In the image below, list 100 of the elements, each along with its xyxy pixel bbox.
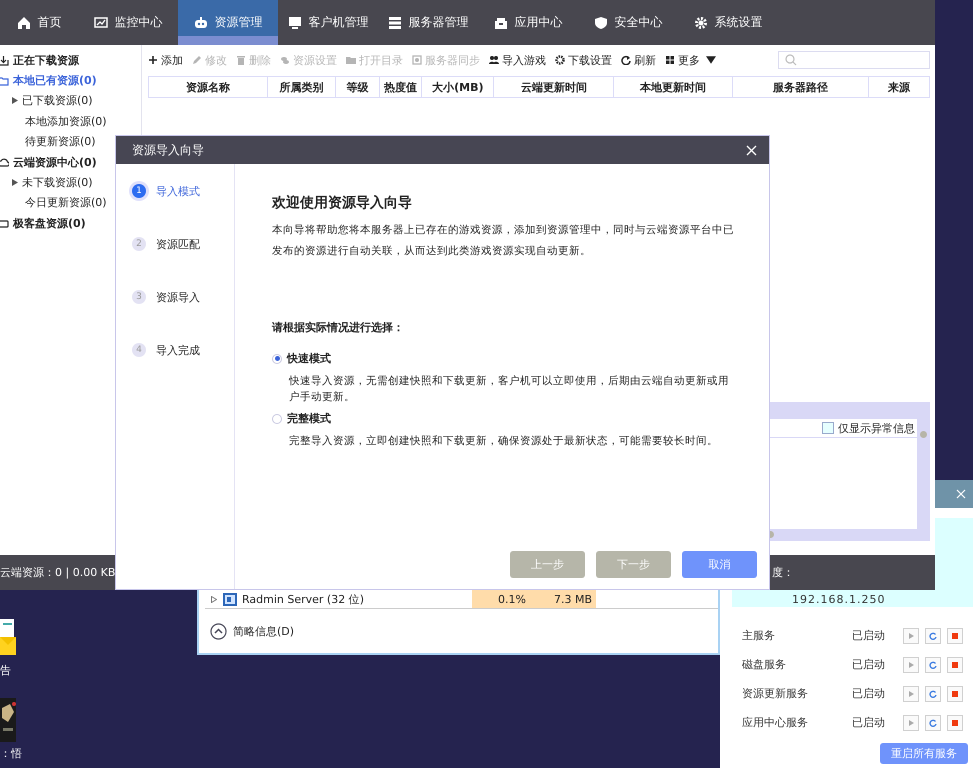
- status-text: 云端资源：0 | 0.00 KB: [0, 565, 116, 580]
- column-header[interactable]: 本地更新时间: [614, 77, 734, 97]
- column-header[interactable]: 等级: [336, 77, 380, 97]
- column-header[interactable]: 大小(MB): [422, 77, 494, 97]
- expand-arrow-icon[interactable]: [12, 179, 18, 186]
- step-label: 导入模式: [156, 184, 200, 198]
- chart-icon: [94, 16, 108, 30]
- restart-button[interactable]: [925, 628, 941, 644]
- sidebar-item[interactable]: 本地已有资源(0): [0, 70, 141, 91]
- toolbar-button[interactable]: 更多: [665, 52, 716, 68]
- drive-icon: [0, 218, 9, 229]
- cloud-icon: [0, 156, 9, 168]
- gear-icon: [555, 55, 565, 65]
- stop-icon: [951, 690, 959, 698]
- pencil-icon: [192, 55, 202, 65]
- toggle-label[interactable]: 简略信息(D): [233, 624, 294, 638]
- column-header[interactable]: 服务器路径: [733, 77, 869, 97]
- service-status: 已启动: [852, 628, 886, 643]
- expand-arrow-icon[interactable]: [211, 596, 217, 602]
- sidebar-item[interactable]: 本地添加资源(0): [0, 111, 141, 132]
- memory-cell: 7.3 MB: [530, 590, 596, 608]
- toolbar-button[interactable]: 导入游戏: [489, 52, 546, 68]
- nav-tab[interactable]: 首页: [0, 0, 78, 45]
- option-description: 快速导入资源，无需创建快照和下载更新，客户机可以立即使用，后期由云端自动更新或用户手动更新。: [289, 374, 729, 405]
- step-label: 导入完成: [156, 342, 200, 358]
- service-status: 已启动: [852, 657, 886, 672]
- step-label: 资源匹配: [156, 236, 200, 252]
- start-button[interactable]: [903, 628, 919, 644]
- trash-icon: [236, 55, 246, 65]
- service-name: 应用中心服务: [742, 715, 809, 730]
- desktop-icon-label[interactable]: 告: [0, 663, 11, 678]
- shield-icon: [594, 16, 608, 30]
- refresh-icon: [929, 632, 937, 640]
- cpu-cell: 0.1%: [472, 590, 530, 608]
- stop-button[interactable]: [947, 686, 963, 702]
- nav-tab[interactable]: 资源管理: [178, 0, 278, 45]
- column-header[interactable]: 云端更新时间: [494, 77, 614, 97]
- search-field[interactable]: [778, 51, 930, 69]
- option-label[interactable]: 完整模式: [287, 411, 331, 426]
- grid-icon: [665, 55, 675, 65]
- prompt-text: 请根据实际情况进行选择：: [272, 320, 405, 335]
- start-button[interactable]: [903, 656, 919, 672]
- coins-icon: [280, 55, 290, 65]
- start-button[interactable]: [903, 714, 919, 730]
- option-label[interactable]: 快速模式: [287, 351, 331, 366]
- column-header[interactable]: 所属类别: [268, 77, 336, 97]
- toolbar-button[interactable]: 下载设置: [555, 52, 612, 68]
- column-header[interactable]: 热度值: [380, 77, 422, 97]
- desktop-icon-label[interactable]: ：悟: [0, 746, 22, 761]
- expand-arrow-icon[interactable]: [12, 97, 18, 104]
- step-number: 4: [132, 343, 146, 357]
- start-button[interactable]: [903, 686, 919, 702]
- step-number: 2: [132, 237, 146, 251]
- stop-button[interactable]: [947, 656, 963, 672]
- nav-tab[interactable]: 系统设置: [678, 0, 778, 45]
- nav-tab[interactable]: 客户机管理: [278, 0, 378, 45]
- restart-button[interactable]: [925, 656, 941, 672]
- stop-icon: [951, 660, 959, 668]
- nav-tab[interactable]: 安全中心: [578, 0, 678, 45]
- checkbox-label[interactable]: 仅显示异常信息: [838, 420, 915, 436]
- nav-tab[interactable]: 服务器管理: [378, 0, 478, 45]
- close-icon[interactable]: [746, 144, 757, 156]
- column-header[interactable]: 资源名称: [149, 77, 268, 97]
- service-name: 磁盘服务: [742, 657, 787, 672]
- play-icon: [907, 660, 915, 668]
- status-text: 度：: [771, 565, 794, 580]
- play-icon: [907, 632, 915, 640]
- app-icon: [223, 592, 237, 606]
- toolbar-button[interactable]: 添加: [148, 52, 183, 68]
- refresh-icon: [929, 690, 937, 698]
- restart-button[interactable]: [925, 714, 941, 730]
- column-header[interactable]: 来源: [868, 77, 929, 97]
- service-name: 主服务: [742, 628, 776, 643]
- sidebar-item[interactable]: 已下载资源(0): [0, 90, 141, 112]
- stop-button[interactable]: [947, 714, 963, 730]
- caret-icon: [706, 55, 716, 65]
- step-number: 3: [132, 290, 146, 304]
- dialog-title: 资源导入向导: [132, 142, 205, 158]
- sync-icon: [412, 55, 422, 65]
- nav-tab[interactable]: 应用中心: [478, 0, 578, 45]
- radio-button[interactable]: [272, 354, 282, 364]
- stop-button[interactable]: [947, 628, 963, 644]
- refresh-icon: [929, 718, 937, 726]
- dialog-heading: 欢迎使用资源导入向导: [272, 194, 413, 212]
- home-icon: [16, 16, 30, 30]
- step-label: 资源导入: [156, 290, 200, 304]
- service-name: 资源更新服务: [742, 686, 809, 701]
- radio-button[interactable]: [272, 414, 282, 424]
- step-number: 1: [132, 184, 146, 198]
- monitor-icon: [288, 16, 302, 30]
- restart-button[interactable]: [925, 686, 941, 702]
- sidebar-item[interactable]: 极客盘资源(0): [0, 213, 141, 234]
- stop-icon: [951, 632, 959, 640]
- checkbox[interactable]: [822, 422, 834, 434]
- collapse-icon[interactable]: [210, 622, 227, 640]
- nav-tab[interactable]: 监控中心: [78, 0, 178, 45]
- refresh-icon: [621, 55, 631, 65]
- toolbar-button[interactable]: 刷新: [621, 52, 656, 68]
- sidebar-item[interactable]: 正在下载资源: [0, 50, 141, 70]
- box-icon: [494, 16, 508, 30]
